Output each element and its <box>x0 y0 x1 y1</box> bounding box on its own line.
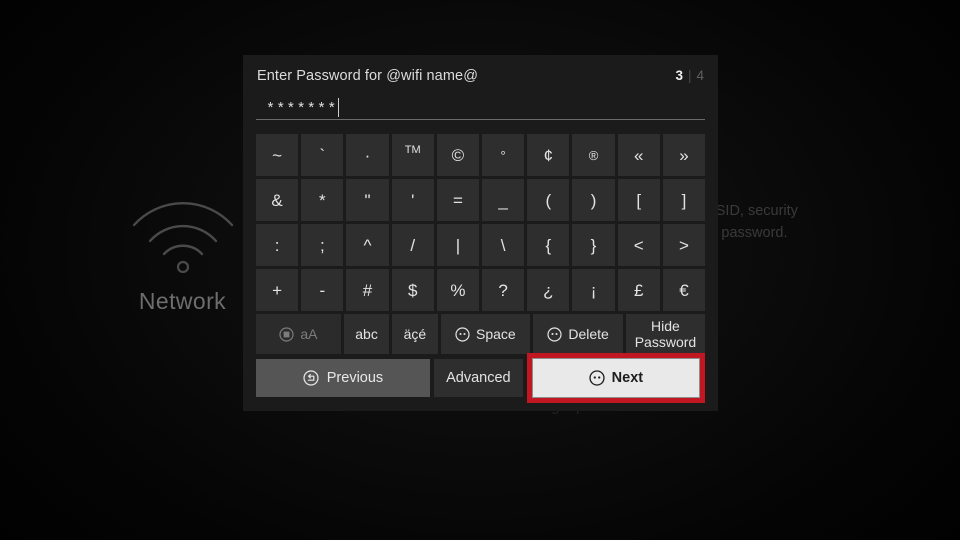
dialog-header: Enter Password for @wifi name@ 3 | 4 <box>256 68 705 84</box>
dialog-action-row: Previous Advanced Next <box>256 353 705 403</box>
key-double-angle-right[interactable]: » <box>662 134 706 176</box>
key-copyright[interactable]: © <box>436 134 480 176</box>
keyboard-row-1: ~ ` · TM © ° ¢ ® « » <box>256 134 706 176</box>
key-backslash[interactable]: \ <box>482 224 525 266</box>
keyboard-row-2: & * " ' = _ ( ) [ ] <box>256 179 706 221</box>
remote-ok-icon <box>589 370 605 386</box>
key-percent[interactable]: % <box>436 269 480 311</box>
key-delete-label: Delete <box>568 326 609 342</box>
key-paren-right[interactable]: ) <box>572 179 615 221</box>
key-space[interactable]: Space <box>440 314 531 354</box>
key-space-label: Space <box>476 326 516 342</box>
key-semicolon[interactable]: ; <box>301 224 344 266</box>
next-button[interactable]: Next <box>531 358 700 398</box>
key-pipe[interactable]: | <box>436 224 480 266</box>
key-grave[interactable]: ` <box>301 134 344 176</box>
key-bracket-left[interactable]: [ <box>617 179 660 221</box>
key-underscore[interactable]: _ <box>482 179 525 221</box>
key-colon[interactable]: : <box>256 224 299 266</box>
circle-back-arrow-icon <box>303 370 319 386</box>
remote-ok-icon <box>547 326 562 342</box>
step-separator: | <box>687 68 692 83</box>
key-asterisk[interactable]: * <box>301 179 344 221</box>
password-input[interactable]: ******* <box>256 96 705 120</box>
key-inverted-exclamation[interactable]: ¡ <box>572 269 615 311</box>
dialog-title: Enter Password for @wifi name@ <box>257 68 479 84</box>
key-euro[interactable]: € <box>662 269 706 311</box>
key-single-quote[interactable]: ' <box>391 179 434 221</box>
key-abc[interactable]: abc <box>343 314 390 354</box>
wifi-icon <box>128 195 238 273</box>
step-current: 3 <box>675 68 683 83</box>
key-middot[interactable]: · <box>346 134 389 176</box>
key-shift-case[interactable]: aA <box>256 314 341 354</box>
key-caret[interactable]: ^ <box>346 224 389 266</box>
key-hash[interactable]: # <box>346 269 389 311</box>
key-cent[interactable]: ¢ <box>527 134 570 176</box>
next-button-label: Next <box>611 370 644 386</box>
key-registered[interactable]: ® <box>572 134 615 176</box>
key-hide-password-label-line-2: Password <box>634 334 697 350</box>
remote-ok-icon <box>455 326 470 342</box>
key-inverted-question[interactable]: ¿ <box>527 269 570 311</box>
circle-square-icon <box>279 326 294 342</box>
keyboard-row-4: + - # $ % ? ¿ ¡ £ € <box>256 269 706 311</box>
password-entry-dialog: Enter Password for @wifi name@ 3 | 4 *****… <box>243 55 718 411</box>
network-background-block: Network <box>120 195 245 315</box>
network-label: Network <box>138 288 227 314</box>
tv-setup-screen: Network ecify your SSID, security e, and… <box>0 0 960 540</box>
key-double-angle-left[interactable]: « <box>617 134 660 176</box>
key-delete[interactable]: Delete <box>533 314 623 354</box>
key-degree[interactable]: ° <box>482 134 525 176</box>
key-brace-right[interactable]: } <box>572 224 615 266</box>
key-pound[interactable]: £ <box>617 269 660 311</box>
key-accents[interactable]: äçé <box>392 314 438 354</box>
key-equals[interactable]: = <box>436 179 480 221</box>
key-less-than[interactable]: < <box>617 224 660 266</box>
previous-button[interactable]: Previous <box>256 359 430 397</box>
key-brace-left[interactable]: { <box>527 224 570 266</box>
key-tilde[interactable]: ~ <box>256 134 299 176</box>
key-question[interactable]: ? <box>482 269 525 311</box>
keyboard-function-row: aA abc äçé Space Delete Hide Password <box>256 314 705 354</box>
key-double-quote[interactable]: " <box>346 179 389 221</box>
step-indicator: 3 | 4 <box>675 68 704 83</box>
key-minus[interactable]: - <box>301 269 344 311</box>
key-hide-password-label-line-1: Hide <box>651 318 680 334</box>
key-greater-than[interactable]: > <box>662 224 706 266</box>
advanced-button[interactable]: Advanced <box>433 359 523 397</box>
previous-button-label: Previous <box>326 370 384 386</box>
key-paren-left[interactable]: ( <box>527 179 570 221</box>
key-trademark[interactable]: TM <box>391 134 434 176</box>
on-screen-keyboard: ~ ` · TM © ° ¢ ® « » & * " ' = _ ( ) []… <box>256 134 706 403</box>
key-hide-password[interactable]: Hide Password <box>625 314 705 354</box>
key-bracket-right[interactable]: ] <box>662 179 706 221</box>
text-caret <box>338 98 340 117</box>
key-dollar[interactable]: $ <box>391 269 434 311</box>
key-ampersand[interactable]: & <box>256 179 299 221</box>
next-button-highlight: Next <box>526 353 705 403</box>
key-shift-case-label: aA <box>300 326 318 342</box>
password-masked-value: ******* <box>266 101 338 118</box>
key-plus[interactable]: + <box>256 269 299 311</box>
key-slash[interactable]: / <box>391 224 434 266</box>
step-total: 4 <box>696 68 704 83</box>
keyboard-row-3: : ; ^ / | \ { } < > <box>256 224 706 266</box>
